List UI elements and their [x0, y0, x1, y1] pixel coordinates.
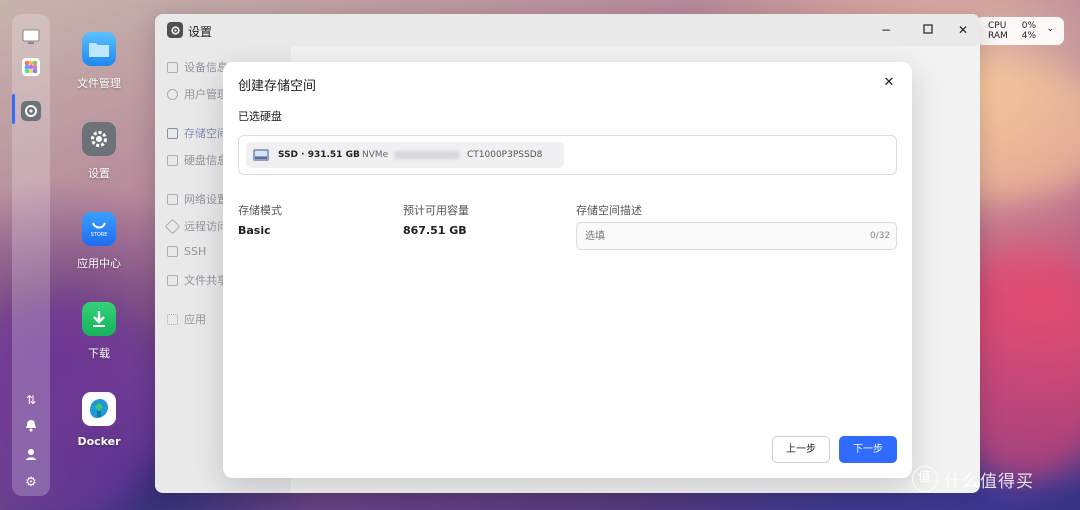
description-counter: 0/32 — [870, 231, 891, 241]
blurred-serial — [394, 151, 460, 159]
create-storage-dialog: 创建存储空间 ✕ 已选硬盘 SSD · 931.51 GB NVMe CT100… — [223, 62, 912, 478]
desktop-app-settings[interactable]: 设置 — [59, 122, 139, 181]
cpu-row: CPU 0% — [988, 21, 1036, 31]
ssd-icon — [252, 146, 270, 164]
cpu-value: 0% — [1021, 21, 1036, 31]
description-input[interactable] — [576, 222, 897, 250]
system-monitor[interactable]: CPU 0% RAM 4% ⌄ — [976, 17, 1064, 45]
selected-disks-field[interactable]: SSD · 931.51 GB NVMe CT1000P3PSSD8 — [238, 135, 897, 175]
dock-active-indicator — [12, 94, 15, 124]
storage-mode-label: 存储模式 — [238, 204, 282, 217]
download-icon — [82, 302, 116, 336]
disk-model: CT1000P3PSSD8 — [467, 150, 543, 160]
app-label: 文件管理 — [77, 77, 121, 90]
folder-icon — [82, 32, 116, 66]
desktop-app-store[interactable]: STORE 应用中心 — [59, 212, 139, 271]
app-label: 下载 — [88, 347, 110, 360]
app-label: Docker — [77, 435, 121, 448]
gear-icon — [82, 122, 116, 156]
ram-value: 4% — [1021, 31, 1036, 41]
settings-icon[interactable] — [20, 100, 42, 122]
desktop-app-download[interactable]: 下载 — [59, 302, 139, 361]
gear-icon[interactable]: ⚙ — [25, 475, 37, 490]
app-label: 设置 — [88, 167, 110, 180]
dock-bottom-group: ⇅ ⚙ — [12, 393, 50, 490]
desktop-app-files[interactable]: 文件管理 — [59, 32, 139, 91]
close-icon[interactable]: ✕ — [881, 75, 897, 91]
cpu-label: CPU — [988, 21, 1007, 31]
watermark: 值 什么值得买 — [912, 466, 1034, 492]
dock: ⇅ ⚙ — [12, 14, 50, 496]
next-button[interactable]: 下一步 — [839, 436, 897, 463]
capacity-label: 预计可用容量 — [403, 204, 469, 217]
previous-button[interactable]: 上一步 — [772, 436, 830, 463]
user-icon[interactable] — [25, 446, 37, 465]
chevron-down-icon[interactable]: ⌄ — [1046, 24, 1054, 34]
docker-icon — [82, 392, 116, 426]
dialog-title: 创建存储空间 — [238, 79, 317, 94]
apps-grid-icon[interactable] — [20, 56, 42, 78]
ram-row: RAM 4% — [988, 31, 1036, 41]
description-label: 存储空间描述 — [576, 204, 642, 217]
desktop-app-docker[interactable]: Docker — [59, 392, 139, 448]
store-icon: STORE — [82, 212, 116, 246]
disk-interface: NVMe — [362, 150, 389, 160]
watermark-text: 什么值得买 — [944, 471, 1034, 492]
bell-icon[interactable] — [25, 417, 37, 436]
capacity-value: 867.51 GB — [403, 224, 467, 237]
monitor-icon[interactable] — [20, 26, 42, 48]
sync-icon[interactable]: ⇅ — [26, 393, 36, 407]
ram-label: RAM — [988, 31, 1008, 41]
disk-chip[interactable]: SSD · 931.51 GB NVMe CT1000P3PSSD8 — [246, 142, 564, 168]
selected-disks-label: 已选硬盘 — [238, 110, 282, 123]
storage-mode-value: Basic — [238, 224, 271, 237]
watermark-logo: 值 — [912, 466, 938, 492]
store-badge: STORE — [90, 231, 108, 238]
disk-size: SSD · 931.51 GB — [278, 150, 360, 160]
app-label: 应用中心 — [77, 257, 121, 270]
